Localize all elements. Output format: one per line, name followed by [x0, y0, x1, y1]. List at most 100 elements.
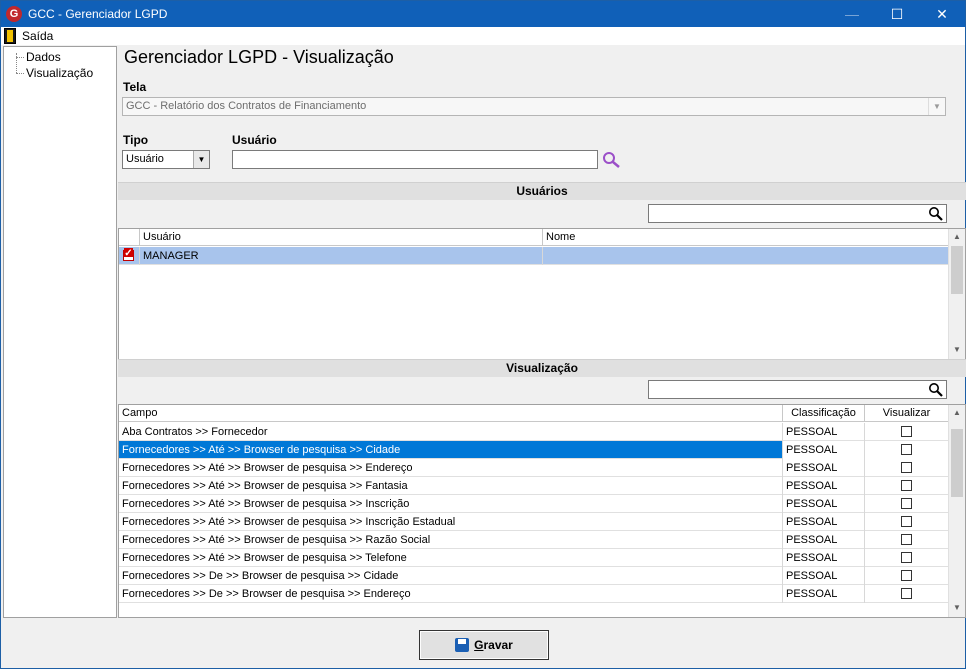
classificacao-cell: PESSOAL [783, 549, 865, 567]
visualizar-cell [865, 459, 948, 477]
usuarios-filter-input[interactable] [648, 204, 947, 223]
visualizar-cell [865, 477, 948, 495]
scroll-up-icon[interactable]: ▲ [949, 229, 965, 245]
checkbox-column-header [119, 229, 140, 246]
gravar-label: ravar [483, 638, 513, 652]
table-row[interactable]: Fornecedores >> Até >> Browser de pesqui… [119, 549, 948, 567]
title-bar[interactable]: G GCC - Gerenciador LGPD — ☐ ✕ [1, 1, 965, 27]
classificacao-cell: PESSOAL [783, 423, 865, 441]
scroll-thumb[interactable] [951, 246, 963, 294]
tree-item-visualizacao[interactable]: Visualização [26, 66, 93, 80]
campo-cell: Aba Contratos >> Fornecedor [119, 423, 783, 441]
visualizar-checkbox[interactable] [901, 480, 912, 491]
main-window: G GCC - Gerenciador LGPD — ☐ ✕ Saída Dad… [0, 0, 966, 669]
usuarios-section-header: Usuários [118, 182, 966, 200]
table-row[interactable]: MANAGER [119, 247, 948, 265]
scroll-thumb[interactable] [951, 429, 963, 497]
campo-cell: Fornecedores >> Até >> Browser de pesqui… [119, 549, 783, 567]
visualizar-checkbox[interactable] [901, 498, 912, 509]
visualizar-checkbox[interactable] [901, 426, 912, 437]
column-header-campo[interactable]: Campo [119, 405, 783, 422]
gravar-button[interactable]: Gravar [419, 630, 549, 660]
app-logo-icon: G [6, 6, 22, 22]
classificacao-cell: PESSOAL [783, 585, 865, 603]
campo-cell: Fornecedores >> Até >> Browser de pesqui… [119, 531, 783, 549]
campo-cell: Fornecedores >> Até >> Browser de pesqui… [119, 495, 783, 513]
visualizar-cell [865, 513, 948, 531]
tree-connector [16, 53, 17, 73]
row-checkbox[interactable] [123, 248, 134, 261]
table-row[interactable]: Fornecedores >> De >> Browser de pesquis… [119, 567, 948, 585]
column-header-classificacao[interactable]: Classificação [783, 405, 865, 422]
visualizar-checkbox[interactable] [901, 552, 912, 563]
classificacao-cell: PESSOAL [783, 567, 865, 585]
classificacao-cell: PESSOAL [783, 513, 865, 531]
maximize-button[interactable]: ☐ [874, 1, 920, 27]
search-icon[interactable] [928, 382, 944, 398]
save-disk-icon [455, 637, 470, 652]
campo-cell: Fornecedores >> De >> Browser de pesquis… [119, 567, 783, 585]
chevron-down-icon[interactable]: ▼ [928, 98, 945, 115]
table-row[interactable]: Fornecedores >> Até >> Browser de pesqui… [119, 513, 948, 531]
navigation-tree: Dados Visualização [3, 46, 117, 618]
scroll-up-icon[interactable]: ▲ [949, 405, 965, 421]
table-row[interactable]: Fornecedores >> Até >> Browser de pesqui… [119, 477, 948, 495]
visualizar-checkbox[interactable] [901, 534, 912, 545]
scroll-down-icon[interactable]: ▼ [949, 342, 965, 358]
row-checkbox-cell [119, 247, 140, 265]
column-header-visualizar[interactable]: Visualizar [865, 405, 948, 422]
table-row[interactable]: Aba Contratos >> Fornecedor PESSOAL [119, 423, 948, 441]
campo-cell: Fornecedores >> Até >> Browser de pesqui… [119, 513, 783, 531]
campo-cell: Fornecedores >> Até >> Browser de pesqui… [119, 477, 783, 495]
visualizar-cell [865, 585, 948, 603]
column-header-usuario[interactable]: Usuário [140, 229, 543, 246]
visualizacao-grid-header: Campo Classificação Visualizar [119, 405, 948, 422]
visualizar-cell [865, 549, 948, 567]
menu-bar: Saída [1, 27, 965, 45]
menu-saida-label: Saída [22, 29, 54, 43]
visualizar-checkbox[interactable] [901, 516, 912, 527]
visualizar-cell [865, 567, 948, 585]
search-icon[interactable] [602, 151, 622, 169]
visualizacao-grid: Campo Classificação Visualizar Aba Contr… [118, 404, 966, 618]
table-row[interactable]: Fornecedores >> Até >> Browser de pesqui… [119, 531, 948, 549]
visualizar-checkbox[interactable] [901, 588, 912, 599]
minimize-button[interactable]: — [829, 1, 875, 27]
tipo-select[interactable]: Usuário ▼ [122, 150, 210, 169]
visualizacao-section-header: Visualização [118, 359, 966, 377]
column-header-nome[interactable]: Nome [543, 229, 948, 246]
tipo-select-value: Usuário [126, 153, 164, 165]
visualizar-checkbox[interactable] [901, 444, 912, 455]
table-row[interactable]: Fornecedores >> Até >> Browser de pesqui… [119, 441, 948, 459]
classificacao-cell: PESSOAL [783, 459, 865, 477]
usuario-label: Usuário [232, 133, 277, 147]
scroll-down-icon[interactable]: ▼ [949, 600, 965, 616]
usuarios-grid: Usuário Nome MANAGER ▲ ▼ [118, 228, 966, 360]
search-icon[interactable] [928, 206, 944, 222]
tela-select[interactable]: GCC - Relatório dos Contratos de Financi… [122, 97, 946, 116]
chevron-down-icon[interactable]: ▼ [193, 151, 209, 168]
visualizar-cell [865, 531, 948, 549]
tree-connector [16, 73, 24, 74]
table-row[interactable]: Fornecedores >> De >> Browser de pesquis… [119, 585, 948, 603]
tree-item-dados[interactable]: Dados [26, 50, 61, 64]
visualizar-checkbox[interactable] [901, 462, 912, 473]
visualizacao-filter-input[interactable] [648, 380, 947, 399]
exit-door-icon [4, 28, 16, 44]
visualizacao-scrollbar[interactable]: ▲ ▼ [948, 405, 965, 617]
usuario-cell: MANAGER [140, 247, 543, 265]
menu-saida[interactable]: Saída [4, 28, 53, 44]
nome-cell [543, 247, 948, 265]
visualizar-cell [865, 495, 948, 513]
window-title: GCC - Gerenciador LGPD [28, 7, 168, 21]
campo-cell: Fornecedores >> Até >> Browser de pesqui… [119, 441, 783, 459]
tree-connector [16, 57, 24, 58]
usuario-input[interactable] [232, 150, 598, 169]
close-button[interactable]: ✕ [919, 1, 965, 27]
usuarios-scrollbar[interactable]: ▲ ▼ [948, 229, 965, 359]
visualizar-cell [865, 423, 948, 441]
table-row[interactable]: Fornecedores >> Até >> Browser de pesqui… [119, 459, 948, 477]
visualizar-checkbox[interactable] [901, 570, 912, 581]
classificacao-cell: PESSOAL [783, 495, 865, 513]
table-row[interactable]: Fornecedores >> Até >> Browser de pesqui… [119, 495, 948, 513]
